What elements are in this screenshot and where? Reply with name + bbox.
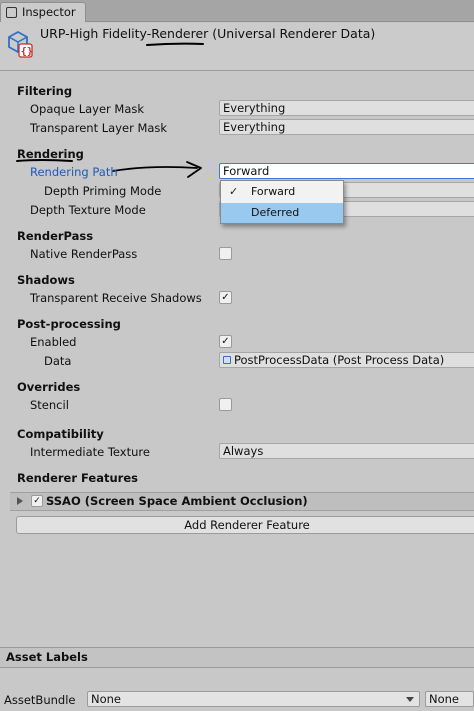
depth-priming-mode-label: Depth Priming Mode [44, 184, 162, 198]
opaque-layer-mask-label: Opaque Layer Mask [30, 102, 145, 116]
asset-title: URP-High Fidelity-Renderer (Universal Re… [40, 26, 376, 41]
native-renderpass-checkbox[interactable] [219, 247, 232, 260]
post-processing-enabled-checkbox[interactable]: ✓ [219, 335, 232, 348]
menu-item-deferred[interactable]: Deferred [221, 203, 343, 223]
post-processing-data-label: Data [44, 354, 72, 368]
asset-labels-heading: Asset Labels [6, 650, 88, 664]
opaque-layer-mask-dropdown[interactable]: Everything [219, 100, 474, 116]
feature-enabled-checkbox[interactable]: ✓ [31, 495, 43, 507]
post-processing-heading: Post-processing [17, 317, 121, 331]
asset-labels-bar[interactable]: Asset Labels [0, 647, 474, 668]
rendering-path-label: Rendering Path [30, 165, 118, 179]
scriptable-object-icon [223, 356, 231, 364]
rendering-path-menu: ✓ Forward Deferred [220, 180, 344, 224]
transparent-receive-shadows-label: Transparent Receive Shadows [30, 291, 202, 305]
transparent-layer-mask-dropdown[interactable]: Everything [219, 119, 474, 135]
rendering-heading: Rendering [17, 147, 84, 161]
overrides-heading: Overrides [17, 380, 81, 394]
renderer-asset-icon: {} [8, 30, 33, 58]
tab-inspector[interactable]: Inspector [0, 2, 86, 22]
tab-strip: Inspector [0, 0, 474, 22]
renderer-features-heading: Renderer Features [17, 471, 138, 485]
transparent-layer-mask-label: Transparent Layer Mask [30, 121, 168, 135]
shadows-heading: Shadows [17, 273, 75, 287]
menu-item-label: Deferred [251, 206, 300, 219]
foldout-arrow-icon[interactable] [17, 497, 23, 505]
menu-item-forward[interactable]: ✓ Forward [221, 182, 343, 202]
renderpass-heading: RenderPass [17, 229, 94, 243]
post-process-data-field[interactable]: PostProcessData (Post Process Data) [219, 352, 474, 368]
inspector-header: {} URP-High Fidelity-Renderer (Universal… [0, 23, 474, 71]
compatibility-heading: Compatibility [17, 427, 104, 441]
intermediate-texture-dropdown[interactable]: Always [219, 443, 474, 459]
tab-label: Inspector [22, 5, 76, 19]
asset-bundle-variant-dropdown[interactable]: None [425, 691, 474, 707]
post-processing-enabled-label: Enabled [30, 335, 77, 349]
checkmark-icon: ✓ [229, 185, 239, 198]
intermediate-texture-label: Intermediate Texture [30, 445, 150, 459]
renderer-feature-row[interactable]: ✓ SSAO (Screen Space Ambient Occlusion) [10, 492, 474, 511]
asset-bundle-variant-value: None [429, 692, 460, 706]
inspector-icon [6, 7, 17, 18]
asset-bundle-label: AssetBundle [4, 693, 76, 707]
svg-text:{}: {} [21, 47, 33, 58]
filtering-heading: Filtering [17, 84, 73, 98]
post-process-data-value: PostProcessData (Post Process Data) [234, 353, 445, 367]
chevron-down-icon [406, 697, 414, 702]
feature-name: SSAO (Screen Space Ambient Occlusion) [46, 494, 308, 508]
transparent-receive-shadows-checkbox[interactable]: ✓ [219, 291, 232, 304]
depth-texture-mode-label: Depth Texture Mode [30, 203, 146, 217]
menu-item-label: Forward [251, 185, 296, 198]
asset-bundle-dropdown[interactable]: None [87, 691, 420, 707]
rendering-path-dropdown[interactable]: Forward [219, 163, 474, 179]
stencil-label: Stencil [30, 398, 69, 412]
stencil-checkbox[interactable] [219, 398, 232, 411]
asset-bundle-value: None [91, 692, 122, 706]
native-renderpass-label: Native RenderPass [30, 247, 138, 261]
add-renderer-feature-button[interactable]: Add Renderer Feature [16, 516, 474, 534]
